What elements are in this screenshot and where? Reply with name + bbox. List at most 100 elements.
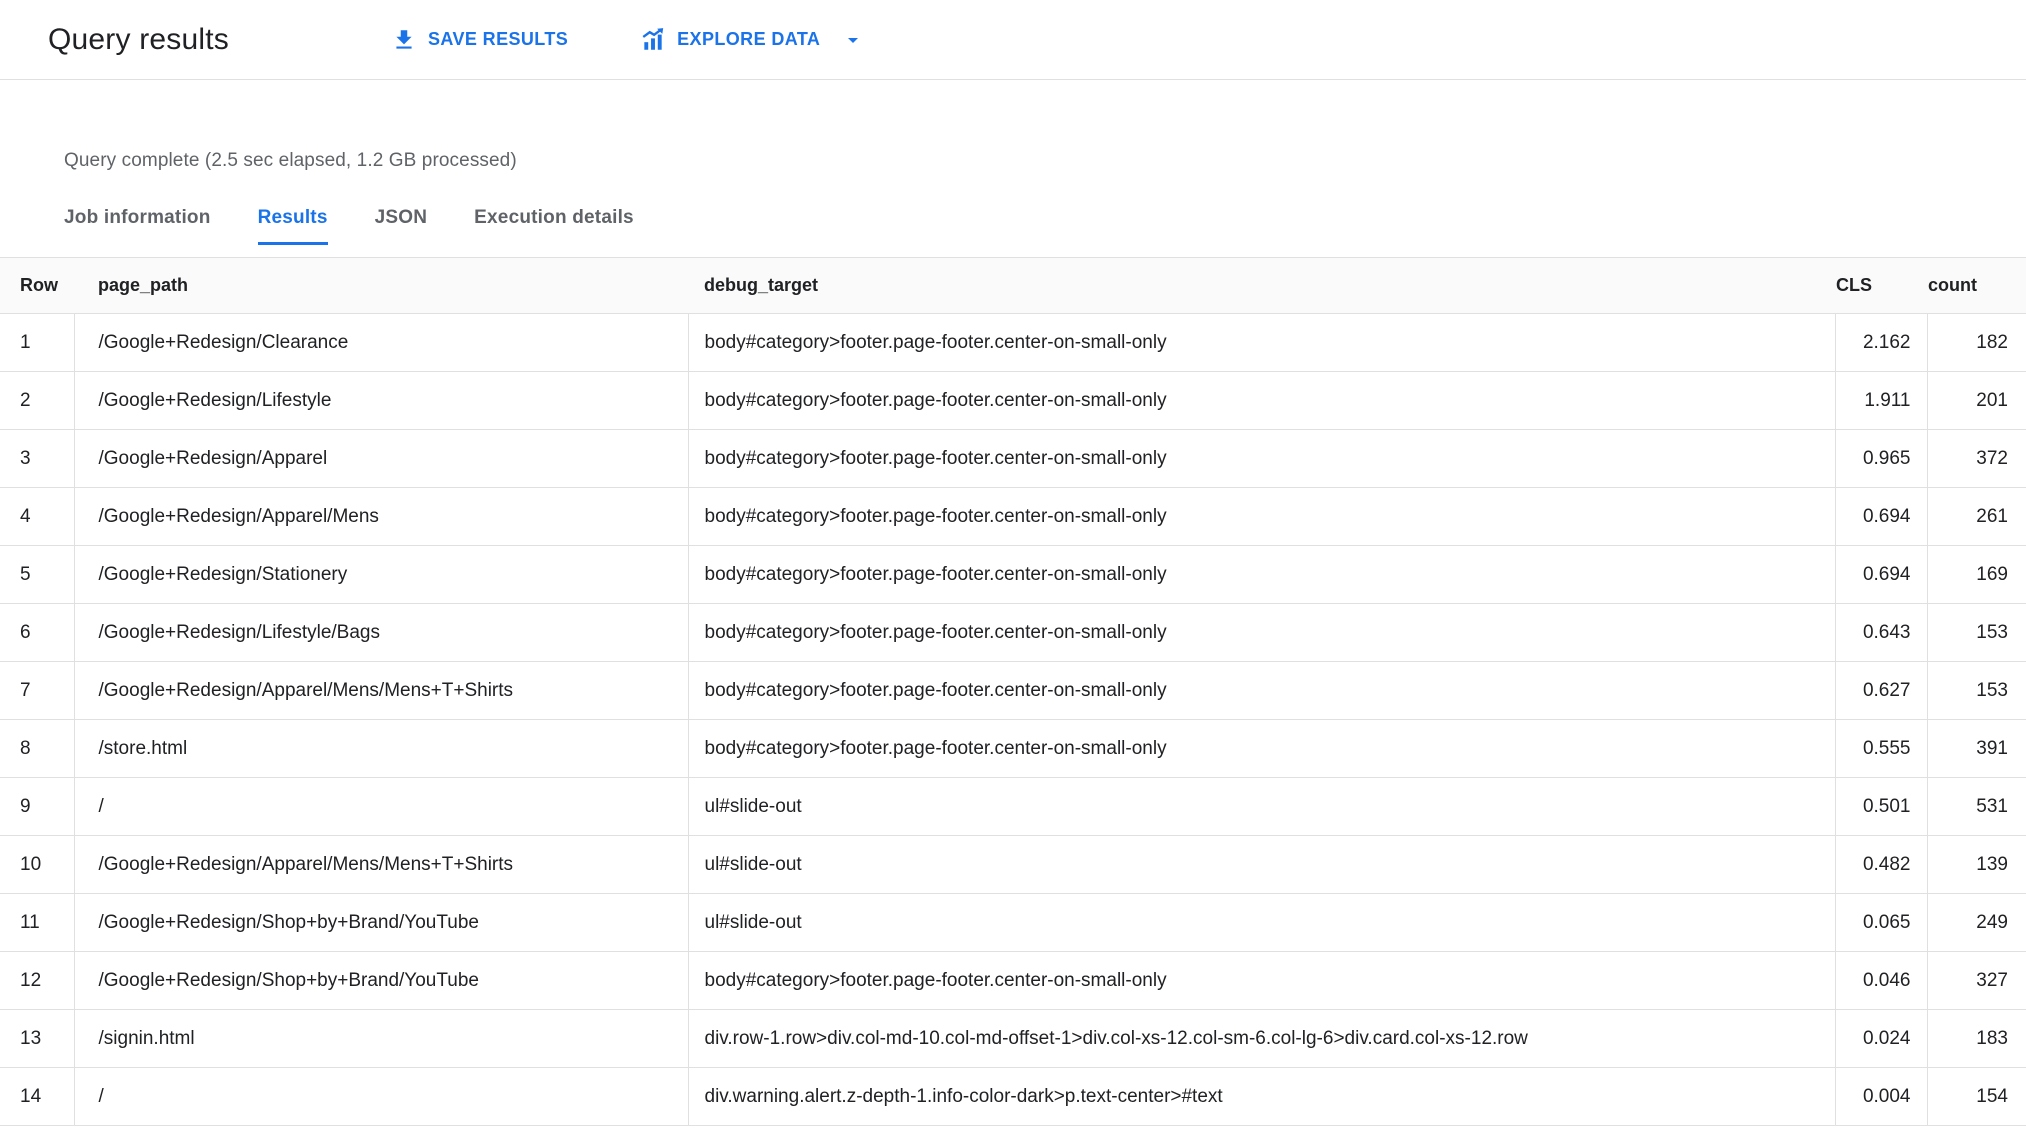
row-number-cell: 4 — [0, 487, 75, 546]
count-cell: 201 — [1927, 371, 2026, 430]
table-row: 3/Google+Redesign/Apparel body#category>f… — [0, 429, 2026, 488]
count-cell: 327 — [1927, 951, 2026, 1010]
debug-target-cell: body#category>footer.page-footer.center-… — [688, 487, 1836, 546]
cls-cell: 0.065 — [1835, 893, 1928, 952]
cls-cell: 0.627 — [1835, 661, 1928, 720]
table-row: 14/div.warning.alert.z-depth-1.info-colo… — [0, 1067, 2026, 1126]
page-path-cell: /Google+Redesign/Apparel/Mens/Mens+T+Shi… — [74, 661, 689, 720]
cls-cell: 0.555 — [1835, 719, 1928, 778]
results-table-body: 1/Google+Redesign/Clearance body#category… — [0, 313, 2026, 1126]
count-cell: 139 — [1927, 835, 2026, 894]
row-number-cell: 7 — [0, 661, 75, 720]
cls-cell: 0.694 — [1835, 487, 1928, 546]
tab-results[interactable]: Results — [257, 207, 328, 245]
table-row: 2/Google+Redesign/Lifestyle body#category… — [0, 371, 2026, 430]
cls-cell: 0.501 — [1835, 777, 1928, 836]
explore-data-button[interactable]: EXPLORE DATA — [636, 21, 869, 59]
count-cell: 391 — [1927, 719, 2026, 778]
table-row: 1/Google+Redesign/Clearance body#category… — [0, 313, 2026, 372]
download-icon — [391, 27, 417, 53]
row-number-cell: 8 — [0, 719, 75, 778]
page-path-cell: /Google+Redesign/Lifestyle/Bags — [74, 603, 689, 662]
save-results-label: SAVE RESULTS — [428, 29, 569, 49]
debug-target-cell: body#category>footer.page-footer.center-… — [688, 719, 1836, 778]
query-results-header: Query results SAVE RESULTS EXPLORE DATA — [0, 0, 2026, 80]
cls-cell: 0.024 — [1835, 1009, 1928, 1068]
table-row: 12/Google+Redesign/Shop+by+Brand/YouTube… — [0, 951, 2026, 1010]
count-cell: 183 — [1927, 1009, 2026, 1068]
cls-cell: 1.911 — [1835, 371, 1928, 430]
row-number-cell: 5 — [0, 545, 75, 604]
debug-target-cell: body#category>footer.page-footer.center-… — [688, 951, 1836, 1010]
table-row: 13/signin.html div.row-1.row>div.col-md-1… — [0, 1009, 2026, 1068]
table-row: 9/ul#slide-out 0.501 531 — [0, 777, 2026, 836]
debug-target-cell: ul#slide-out — [688, 777, 1836, 836]
page-path-cell: /Google+Redesign/Lifestyle — [74, 371, 689, 430]
bar-chart-icon — [640, 27, 666, 53]
column-header-count: count — [1927, 257, 2026, 314]
arrow-drop-down-icon — [841, 28, 865, 52]
debug-target-cell: div.warning.alert.z-depth-1.info-color-d… — [688, 1067, 1836, 1126]
table-row: 10/Google+Redesign/Apparel/Mens/Mens+T+S… — [0, 835, 2026, 894]
debug-target-cell: ul#slide-out — [688, 835, 1836, 894]
table-row: 11/Google+Redesign/Shop+by+Brand/YouTube… — [0, 893, 2026, 952]
save-results-button[interactable]: SAVE RESULTS — [387, 21, 572, 59]
tab-json[interactable]: JSON — [375, 207, 428, 245]
count-cell: 372 — [1927, 429, 2026, 488]
page-path-cell: /Google+Redesign/Shop+by+Brand/YouTube — [74, 893, 689, 952]
count-cell: 154 — [1927, 1067, 2026, 1126]
cls-cell: 0.694 — [1835, 545, 1928, 604]
page-path-cell: /Google+Redesign/Shop+by+Brand/YouTube — [74, 951, 689, 1010]
table-row: 8/store.html body#category>footer.page-fo… — [0, 719, 2026, 778]
debug-target-cell: body#category>footer.page-footer.center-… — [688, 545, 1836, 604]
page-path-cell: / — [74, 777, 689, 836]
debug-target-cell: ul#slide-out — [688, 893, 1836, 952]
page-path-cell: /Google+Redesign/Apparel/Mens — [74, 487, 689, 546]
page-path-cell: / — [74, 1067, 689, 1126]
debug-target-cell: body#category>footer.page-footer.center-… — [688, 313, 1836, 372]
row-number-cell: 13 — [0, 1009, 75, 1068]
row-number-cell: 11 — [0, 893, 75, 952]
results-table: Row page_path debug_target CLS count 1/G… — [0, 257, 2026, 1126]
page-path-cell: /Google+Redesign/Apparel — [74, 429, 689, 488]
row-number-cell: 14 — [0, 1067, 75, 1126]
table-row: 5/Google+Redesign/Stationery body#categor… — [0, 545, 2026, 604]
explore-data-label: EXPLORE DATA — [677, 29, 821, 49]
row-number-cell: 6 — [0, 603, 75, 662]
page-path-cell: /store.html — [74, 719, 689, 778]
row-number-cell: 9 — [0, 777, 75, 836]
cls-cell: 0.004 — [1835, 1067, 1928, 1126]
count-cell: 249 — [1927, 893, 2026, 952]
table-row: 4/Google+Redesign/Apparel/Mens body#categ… — [0, 487, 2026, 546]
page-path-cell: /Google+Redesign/Stationery — [74, 545, 689, 604]
row-number-cell: 2 — [0, 371, 75, 430]
table-row: 7/Google+Redesign/Apparel/Mens/Mens+T+Sh… — [0, 661, 2026, 720]
page-path-cell: /signin.html — [74, 1009, 689, 1068]
cls-cell: 2.162 — [1835, 313, 1928, 372]
column-header-debug-target: debug_target — [688, 257, 1835, 314]
cls-cell: 0.965 — [1835, 429, 1928, 488]
debug-target-cell: body#category>footer.page-footer.center-… — [688, 661, 1836, 720]
tab-job-information[interactable]: Job information — [64, 207, 211, 245]
table-header-row: Row page_path debug_target CLS count — [0, 257, 2026, 314]
page-title: Query results — [48, 22, 229, 56]
row-number-cell: 1 — [0, 313, 75, 372]
page-path-cell: /Google+Redesign/Apparel/Mens/Mens+T+Shi… — [74, 835, 689, 894]
debug-target-cell: body#category>footer.page-footer.center-… — [688, 371, 1836, 430]
count-cell: 531 — [1927, 777, 2026, 836]
debug-target-cell: div.row-1.row>div.col-md-10.col-md-offse… — [688, 1009, 1836, 1068]
page-path-cell: /Google+Redesign/Clearance — [74, 313, 689, 372]
debug-target-cell: body#category>footer.page-footer.center-… — [688, 429, 1836, 488]
count-cell: 182 — [1927, 313, 2026, 372]
cls-cell: 0.643 — [1835, 603, 1928, 662]
count-cell: 169 — [1927, 545, 2026, 604]
count-cell: 153 — [1927, 603, 2026, 662]
cls-cell: 0.482 — [1835, 835, 1928, 894]
tab-execution-details[interactable]: Execution details — [474, 207, 634, 245]
column-header-page-path: page_path — [74, 257, 688, 314]
row-number-cell: 10 — [0, 835, 75, 894]
table-row: 6/Google+Redesign/Lifestyle/Bags body#cat… — [0, 603, 2026, 662]
debug-target-cell: body#category>footer.page-footer.center-… — [688, 603, 1836, 662]
cls-cell: 0.046 — [1835, 951, 1928, 1010]
column-header-cls: CLS — [1835, 257, 1927, 314]
